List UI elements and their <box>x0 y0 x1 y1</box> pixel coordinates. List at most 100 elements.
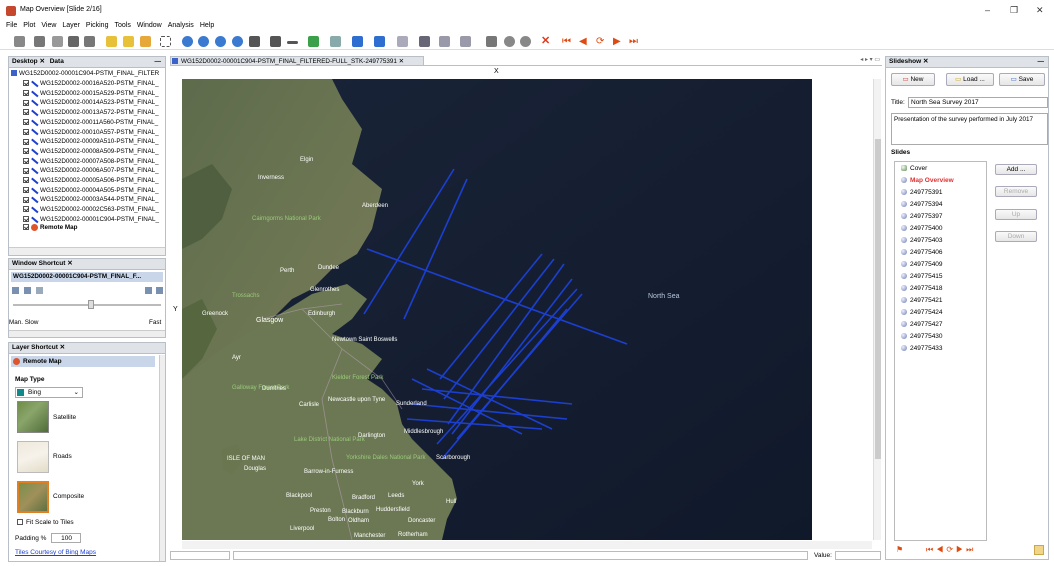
tree-item[interactable]: WG152D0002-00015A529-PSTM_FINAL_ <box>23 89 159 99</box>
undo-icon[interactable] <box>439 36 450 47</box>
remove-icon[interactable] <box>287 41 298 44</box>
layer-remote-map[interactable]: Remote Map <box>11 356 155 367</box>
zoom-region-icon[interactable] <box>232 36 243 47</box>
speed-slider-track[interactable] <box>13 304 161 306</box>
folder-icon[interactable] <box>1034 545 1044 555</box>
tree-item-remote-map[interactable]: Remote Map <box>23 223 77 233</box>
move-up-button[interactable]: Up <box>995 209 1037 220</box>
minimize-button[interactable]: – <box>985 5 990 15</box>
cascade-icon[interactable] <box>156 287 163 294</box>
slide-item[interactable]: 249775406 <box>901 247 943 259</box>
menu-window[interactable]: Window <box>137 22 162 29</box>
bing-credit-link[interactable]: Tiles Courtesy of Bing Maps <box>15 549 96 556</box>
tile-icon[interactable] <box>145 287 152 294</box>
camera-icon[interactable] <box>419 36 430 47</box>
zoom-in-icon[interactable] <box>182 36 193 47</box>
checkbox[interactable] <box>23 148 29 155</box>
padding-input[interactable]: 100 <box>51 533 81 543</box>
next-slide-icon[interactable]: ▶ <box>613 36 624 47</box>
speed-slider-thumb[interactable] <box>88 300 94 309</box>
slide-item[interactable]: 249775400 <box>901 223 943 235</box>
slide-item[interactable]: 249775418 <box>901 283 943 295</box>
slide-item[interactable]: 249775415 <box>901 271 943 283</box>
lock-icon[interactable] <box>52 36 63 47</box>
tree-item[interactable]: WG152D0002-00010A557-PSTM_FINAL_ <box>23 128 159 138</box>
pin-icon[interactable] <box>504 36 515 47</box>
tree-item[interactable]: WG152D0002-00003A544-PSTM_FINAL_ <box>23 195 159 205</box>
save-button[interactable]: ▭ Save <box>999 73 1045 86</box>
folder-icon[interactable] <box>106 36 117 47</box>
slide-nav-controls[interactable]: ⏮◀⟳▶⏭ <box>926 545 976 555</box>
prev-slide-icon[interactable]: ◀ <box>579 36 590 47</box>
tree-item[interactable]: WG152D0002-00009A510-PSTM_FINAL_ <box>23 137 159 147</box>
tree-item[interactable]: WG152D0002-00008A509-PSTM_FINAL_ <box>23 147 159 157</box>
scroll-thumb[interactable] <box>875 139 881 459</box>
checkbox[interactable] <box>23 128 29 135</box>
tree-item[interactable]: WG152D0002-00002C563-PSTM_FINAL_ <box>23 205 159 215</box>
checkbox[interactable] <box>23 206 29 213</box>
map-tab[interactable]: WG152D0002-00001C904-PSTM_FINAL_FILTERED… <box>170 56 424 66</box>
checkbox[interactable] <box>23 99 29 106</box>
checkbox[interactable] <box>23 196 29 203</box>
menu-plot[interactable]: Plot <box>23 22 35 29</box>
folder-open-icon[interactable] <box>123 36 134 47</box>
composite-thumbnail[interactable] <box>17 481 49 513</box>
slide-item[interactable]: 249775397 <box>901 211 943 223</box>
checkbox[interactable] <box>23 157 29 164</box>
tree-root[interactable]: WG152D0002-00001C904-PSTM_FINAL_FILTER <box>11 69 159 79</box>
window-icon[interactable] <box>12 287 19 294</box>
slide-item[interactable]: 249775391 <box>901 187 943 199</box>
select-region-icon[interactable] <box>160 36 171 47</box>
menu-layer[interactable]: Layer <box>62 22 80 29</box>
map-horizontal-scrollbar[interactable] <box>182 541 872 549</box>
tree-item[interactable]: WG152D0002-00011A560-PSTM_FINAL_ <box>23 118 158 128</box>
flag-icon[interactable] <box>249 36 260 47</box>
roads-thumbnail[interactable] <box>17 441 49 473</box>
tree-item[interactable]: WG152D0002-00007A508-PSTM_FINAL_ <box>23 157 159 167</box>
slide-item[interactable]: 249775427 <box>901 319 943 331</box>
layers-icon[interactable] <box>68 36 79 47</box>
add-icon[interactable] <box>270 36 281 47</box>
close-window-button[interactable]: ✕ <box>1036 5 1044 16</box>
slideshow-title-input[interactable]: North Sea Survey 2017 <box>908 97 1048 108</box>
grid-icon[interactable] <box>397 36 408 47</box>
checkbox[interactable] <box>23 138 29 145</box>
menu-analysis[interactable]: Analysis <box>168 22 194 29</box>
panel-minimize-icon[interactable]: — <box>155 57 162 67</box>
checkbox[interactable] <box>23 90 29 97</box>
checkbox[interactable] <box>23 177 29 184</box>
checkbox[interactable] <box>23 109 29 116</box>
slide-item[interactable]: 249775394 <box>901 199 943 211</box>
folder-star-icon[interactable] <box>140 36 151 47</box>
tab-nav-controls[interactable]: ◂ ▸ ▾ ▭ <box>860 56 880 63</box>
horizontal-scrollbar[interactable] <box>9 330 165 337</box>
pointer-icon[interactable] <box>14 36 25 47</box>
map-vertical-scrollbar[interactable] <box>873 79 881 540</box>
globe-icon[interactable] <box>520 36 531 47</box>
slide-item[interactable]: Map Overview <box>901 175 954 187</box>
vertical-scrollbar[interactable] <box>159 355 165 561</box>
panel-minimize-icon[interactable]: — <box>1038 57 1045 67</box>
checkbox[interactable] <box>23 167 29 174</box>
menu-file[interactable]: File <box>6 22 17 29</box>
horizontal-scrollbar[interactable] <box>9 247 165 255</box>
checkbox[interactable] <box>23 224 29 231</box>
tree-item[interactable]: WG152D0002-00013A572-PSTM_FINAL_ <box>23 108 159 118</box>
slide-item[interactable]: Cover <box>901 163 927 175</box>
new-button[interactable]: ▭ New <box>891 73 935 86</box>
close-icon[interactable]: ✕ <box>541 36 552 47</box>
slide-item[interactable]: 249775421 <box>901 295 943 307</box>
tree-item[interactable]: WG152D0002-00005A506-PSTM_FINAL_ <box>23 176 159 186</box>
maximize-button[interactable]: ❐ <box>1010 5 1018 16</box>
checkbox[interactable] <box>17 519 23 526</box>
last-slide-icon[interactable]: ⏭ <box>629 36 640 47</box>
cycle-icon[interactable] <box>36 287 43 294</box>
refresh-slide-icon[interactable]: ⟳ <box>596 36 607 47</box>
slideshow-settings-icon[interactable]: ⚑ <box>896 546 904 554</box>
map-provider-select[interactable]: Bing ⌄ <box>15 387 83 398</box>
chart-icon[interactable] <box>308 36 319 47</box>
tab-desktop[interactable]: Desktop <box>12 58 38 65</box>
satellite-thumbnail[interactable] <box>17 401 49 433</box>
measure-icon[interactable] <box>486 36 497 47</box>
tree-item[interactable]: WG152D0002-00014A523-PSTM_FINAL_ <box>23 98 159 108</box>
